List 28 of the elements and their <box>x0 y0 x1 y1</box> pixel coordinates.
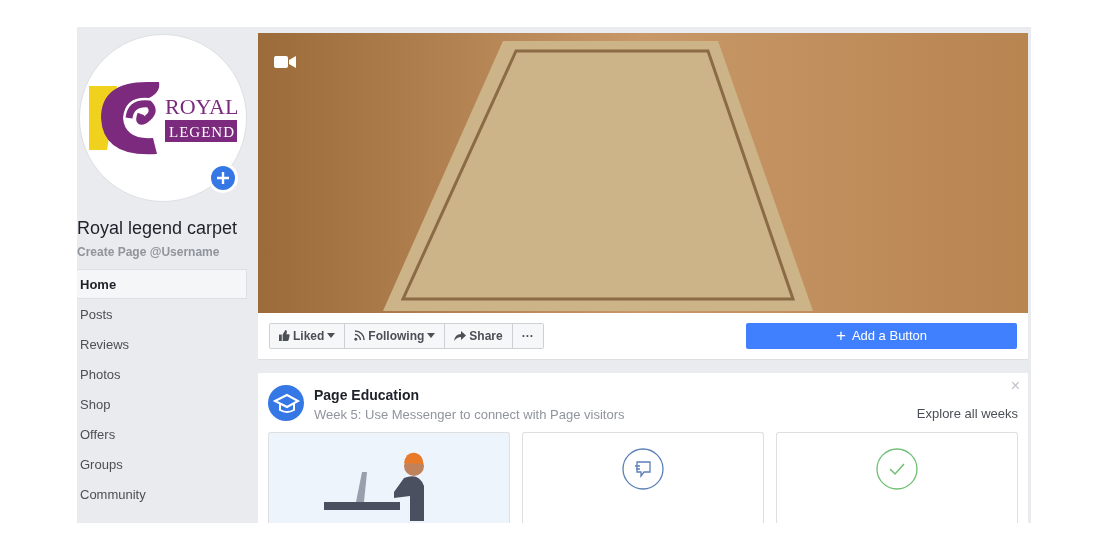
add-photo-button[interactable] <box>208 163 238 193</box>
sidebar-item[interactable]: Photos <box>77 359 247 389</box>
graduation-cap-icon <box>268 385 304 421</box>
sidebar-item[interactable]: Community <box>77 479 247 509</box>
caret-icon <box>327 333 336 339</box>
royal-legend-logo: ROYAL LEGEND <box>87 78 239 158</box>
sidebar-item[interactable]: Posts <box>77 299 247 329</box>
add-a-button-button[interactable]: + Add a Button <box>746 323 1017 349</box>
sidebar-item[interactable]: Shop <box>77 389 247 419</box>
sidebar-item[interactable]: Reviews <box>77 329 247 359</box>
explore-all-weeks-link[interactable]: Explore all weeks <box>916 406 1018 421</box>
sidebar-item[interactable]: Groups <box>77 449 247 479</box>
share-arrow-icon <box>454 331 467 341</box>
education-subtitle: Week 5: Use Messenger to connect with Page visitors <box>314 407 625 422</box>
education-title: Page Education <box>314 387 421 403</box>
caret-icon <box>427 333 436 339</box>
video-camera-icon <box>274 55 296 69</box>
sidebar-item[interactable]: Home <box>77 269 247 299</box>
rss-icon <box>354 330 366 342</box>
thumbs-up-icon <box>279 330 290 342</box>
like-button[interactable]: Liked <box>270 324 346 348</box>
page-name: Royal legend carpet <box>77 218 239 239</box>
tip-card[interactable] <box>268 432 510 523</box>
profile-picture[interactable]: ROYAL LEGEND <box>79 34 247 202</box>
plus-icon <box>216 171 230 185</box>
sidebar-item[interactable]: Offers <box>77 419 247 449</box>
checkmark-icon <box>876 448 918 490</box>
chat-bubble-icon <box>622 448 664 490</box>
